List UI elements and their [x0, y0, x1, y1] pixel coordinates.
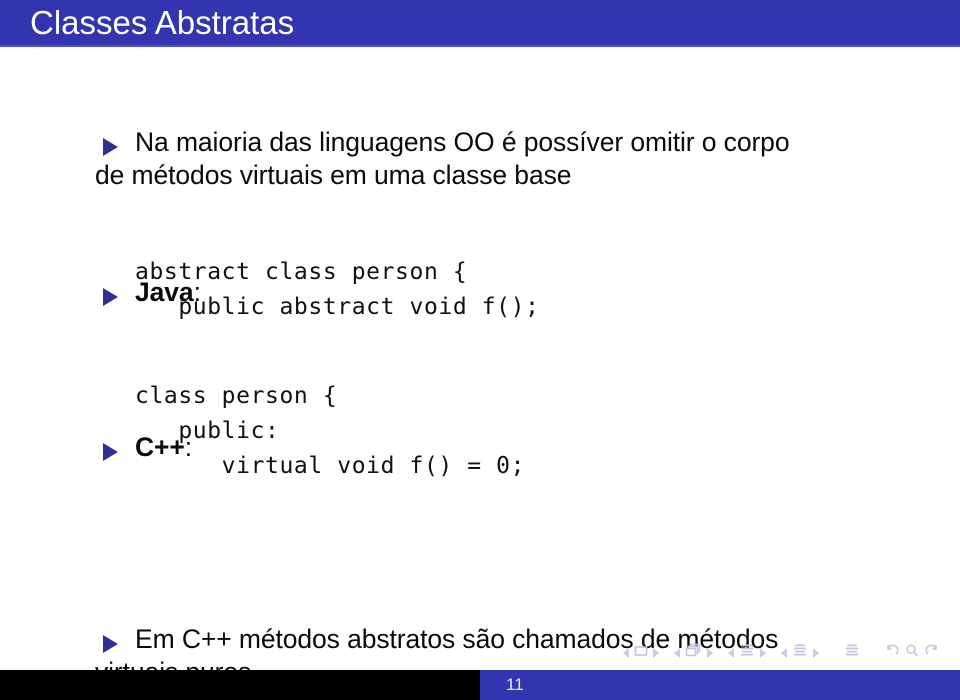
page-number: 11 — [506, 675, 524, 694]
slide-header: Classes Abstratas — [0, 0, 960, 47]
subsection-icon[interactable] — [739, 643, 755, 663]
code-block-cpp: class person { public: virtual void f() … — [0, 379, 960, 484]
nav-group-history[interactable] — [882, 643, 942, 663]
slide-footer: 11 — [0, 670, 960, 700]
prev-slide-arrow-icon[interactable] — [623, 648, 629, 658]
next-frame-arrow-icon[interactable] — [707, 648, 713, 658]
nav-group-presentation[interactable] — [842, 643, 862, 663]
section-icon[interactable] — [792, 643, 808, 663]
frames-icon[interactable] — [685, 643, 702, 663]
code-line: virtual void f() = 0; — [135, 453, 526, 479]
code-line: public abstract void f(); — [135, 294, 540, 320]
presentation-icon[interactable] — [844, 643, 860, 663]
code-line: class person { — [135, 383, 338, 409]
footer-right-band: 11 — [480, 670, 960, 700]
nav-group-section[interactable] — [778, 643, 822, 663]
next-section-arrow-icon[interactable] — [813, 648, 819, 658]
undo-arrow-icon[interactable] — [884, 643, 900, 663]
page-title: Classes Abstratas — [30, 4, 295, 41]
bullet-triangle-icon — [103, 138, 118, 156]
next-subsection-arrow-icon[interactable] — [760, 648, 766, 658]
slide-icon[interactable] — [634, 644, 648, 663]
prev-frame-arrow-icon[interactable] — [674, 648, 680, 658]
beamer-navigation-bar[interactable] — [0, 636, 960, 670]
bullet-line: Na maioria das linguagens OO é possíver … — [135, 127, 790, 157]
code-line: public: — [135, 418, 280, 444]
code-line: abstract class person { — [135, 259, 468, 285]
redo-arrow-icon[interactable] — [924, 643, 940, 663]
prev-subsection-arrow-icon[interactable] — [728, 648, 734, 658]
list-item: Na maioria das linguagens OO é possíver … — [0, 126, 960, 192]
slide-body: Na maioria das linguagens OO é possíver … — [0, 47, 960, 687]
prev-section-arrow-icon[interactable] — [781, 648, 787, 658]
footer-left-band — [0, 670, 480, 700]
bullet-line: de métodos virtuais em uma classe base — [95, 160, 572, 190]
nav-group-frame[interactable] — [671, 643, 716, 663]
code-block-java: abstract class person { public abstract … — [0, 255, 960, 325]
nav-group-slide[interactable] — [620, 644, 662, 663]
next-slide-arrow-icon[interactable] — [653, 648, 659, 658]
nav-group-subsection[interactable] — [725, 643, 769, 663]
search-icon[interactable] — [904, 643, 920, 663]
